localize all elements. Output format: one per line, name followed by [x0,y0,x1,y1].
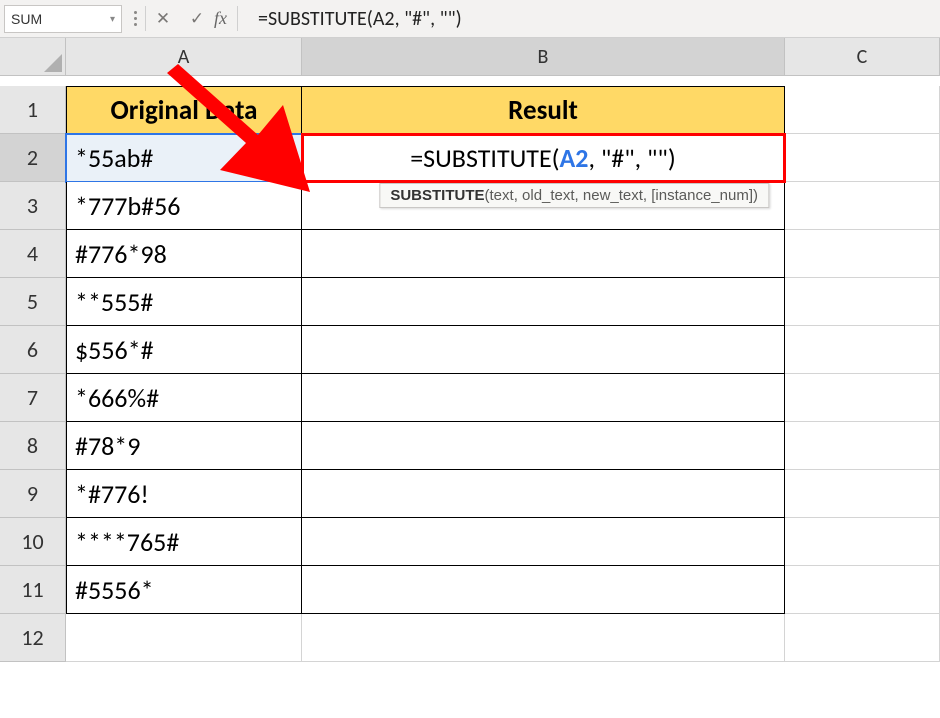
drag-handle-icon[interactable] [126,0,145,37]
cell-C9[interactable] [785,470,940,518]
select-all-corner[interactable] [0,38,66,76]
cell-B7[interactable] [302,374,785,422]
cell-C6[interactable] [785,326,940,374]
enter-button[interactable]: ✓ [180,0,214,37]
cell-A11[interactable]: #5556* [66,566,302,614]
x-icon: ✕ [156,9,170,29]
row-header-3[interactable]: 3 [0,182,66,230]
row-header-11[interactable]: 11 [0,566,66,614]
cell-C12[interactable] [785,614,940,662]
cancel-button[interactable]: ✕ [146,0,180,37]
row-header-2[interactable]: 2 [0,134,66,182]
function-tooltip: SUBSTITUTE(text, old_text, new_text, [in… [379,183,769,208]
chevron-down-icon[interactable]: ▾ [110,14,115,25]
row-header-12[interactable]: 12 [0,614,66,662]
cell-A2[interactable]: *55ab# [66,134,302,182]
cell-A7[interactable]: *666%# [66,374,302,422]
cell-C11[interactable] [785,566,940,614]
cell-A3[interactable]: *777b#56 [66,182,302,230]
cell-A4[interactable]: #776*98 [66,230,302,278]
cell-A1[interactable]: Original Data [66,86,302,134]
cell-C8[interactable] [785,422,940,470]
check-icon: ✓ [190,9,204,29]
row-header-8[interactable]: 8 [0,422,66,470]
cell-C3[interactable] [785,182,940,230]
cell-C5[interactable] [785,278,940,326]
editing-formula: =SUBSTITUTE(A2, "#", "") [410,142,676,174]
cell-C1[interactable] [785,86,940,134]
cell-A8[interactable]: #78*9 [66,422,302,470]
formula-text: =SUBSTITUTE(A2, "#", "") [258,7,462,31]
cell-C4[interactable] [785,230,940,278]
row-header-9[interactable]: 9 [0,470,66,518]
col-header-A[interactable]: A [66,38,302,76]
name-box[interactable]: SUM ▾ [4,5,122,33]
col-header-C[interactable]: C [785,38,940,76]
cell-B10[interactable] [302,518,785,566]
row-header-5[interactable]: 5 [0,278,66,326]
row-header-1[interactable]: 1 [0,86,66,134]
row-header-7[interactable]: 7 [0,374,66,422]
cell-B11[interactable] [302,566,785,614]
col-header-B[interactable]: B [302,38,785,76]
cell-A6[interactable]: $556*# [66,326,302,374]
cell-A10[interactable]: ****765# [66,518,302,566]
cell-C7[interactable] [785,374,940,422]
cell-B9[interactable] [302,470,785,518]
spreadsheet-grid: A B C 1 Original Data Result 2 *55ab# =S… [0,38,940,662]
cell-B2[interactable]: =SUBSTITUTE(A2, "#", "") SUBSTITUTE(text… [302,134,785,182]
cell-A9[interactable]: *#776! [66,470,302,518]
cell-B4[interactable] [302,230,785,278]
formula-input[interactable]: =SUBSTITUTE(A2, "#", "") [238,0,940,37]
fx-icon[interactable]: fx [214,0,237,37]
cell-B1[interactable]: Result [302,86,785,134]
row-header-4[interactable]: 4 [0,230,66,278]
cell-B5[interactable] [302,278,785,326]
cell-B6[interactable] [302,326,785,374]
name-box-value: SUM [11,11,42,27]
formula-bar: SUM ▾ ✕ ✓ fx =SUBSTITUTE(A2, "#", "") [0,0,940,38]
cell-C10[interactable] [785,518,940,566]
row-header-10[interactable]: 10 [0,518,66,566]
cell-B12[interactable] [302,614,785,662]
cell-A12[interactable] [66,614,302,662]
cell-A5[interactable]: **555# [66,278,302,326]
row-header-6[interactable]: 6 [0,326,66,374]
cell-C2[interactable] [785,134,940,182]
cell-B8[interactable] [302,422,785,470]
